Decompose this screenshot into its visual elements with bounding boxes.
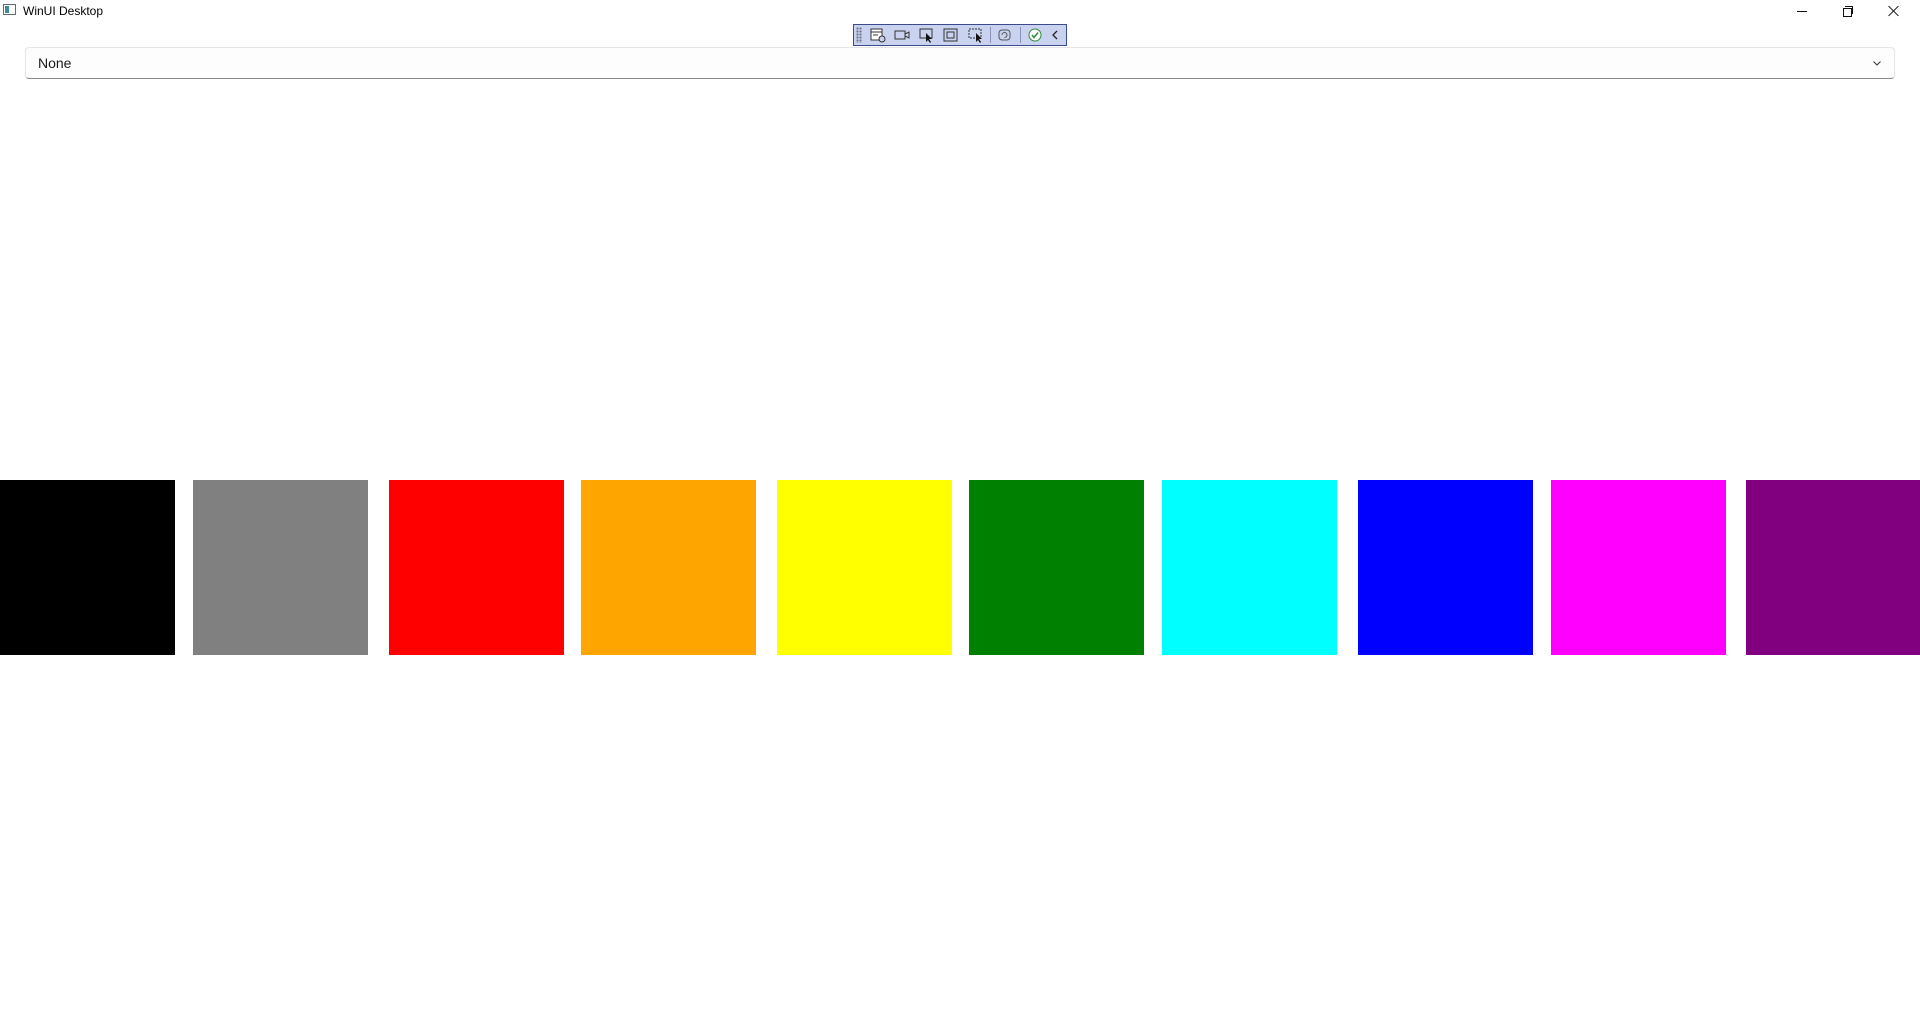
accessibility-check-icon — [1028, 28, 1042, 42]
toolbar-grip-handle[interactable] — [856, 27, 862, 43]
color-swatch — [1162, 480, 1337, 655]
display-layout-adorners-icon — [943, 28, 958, 42]
color-swatch — [0, 480, 175, 655]
toolbar-separator — [1019, 27, 1021, 43]
debug-toolbar — [853, 24, 1067, 46]
minimize-button[interactable] — [1780, 0, 1824, 22]
display-layout-adorners-button[interactable] — [941, 26, 962, 44]
live-visual-tree-button[interactable] — [868, 26, 889, 44]
color-swatch — [1358, 480, 1533, 655]
selection-combo-box[interactable]: None — [25, 47, 1895, 79]
track-focus-icon — [968, 28, 982, 43]
live-visual-tree-icon — [870, 28, 886, 43]
color-swatch — [777, 480, 952, 655]
chevron-down-icon — [1873, 61, 1881, 66]
toolbar-separator — [990, 27, 992, 43]
color-swatch — [389, 480, 564, 655]
color-swatch — [581, 480, 756, 655]
hot-reload-button[interactable] — [995, 26, 1016, 44]
hot-reload-icon — [998, 29, 1011, 41]
record-icon — [894, 30, 910, 40]
title-bar[interactable]: WinUI Desktop — [0, 0, 1920, 24]
record-button[interactable] — [892, 26, 913, 44]
close-icon — [1888, 5, 1900, 17]
select-element-button[interactable] — [917, 26, 938, 44]
minimize-icon — [1797, 10, 1807, 12]
color-swatch — [193, 480, 368, 655]
restore-icon — [1843, 6, 1853, 17]
color-swatch-row — [0, 480, 1920, 655]
window-title: WinUI Desktop — [23, 4, 104, 18]
app-window-icon — [3, 4, 16, 15]
color-swatch — [969, 480, 1144, 655]
maximize-button[interactable] — [1826, 0, 1870, 22]
color-swatch — [1551, 480, 1726, 655]
collapse-toolbar-button[interactable] — [1049, 26, 1062, 44]
track-focus-button[interactable] — [966, 26, 987, 44]
select-element-icon — [919, 28, 933, 43]
color-swatch — [1746, 480, 1920, 655]
close-button[interactable] — [1872, 0, 1916, 22]
accessibility-check-button[interactable] — [1024, 26, 1045, 44]
collapse-chevron-icon — [1052, 30, 1058, 40]
combo-selected-value: None — [38, 55, 72, 71]
